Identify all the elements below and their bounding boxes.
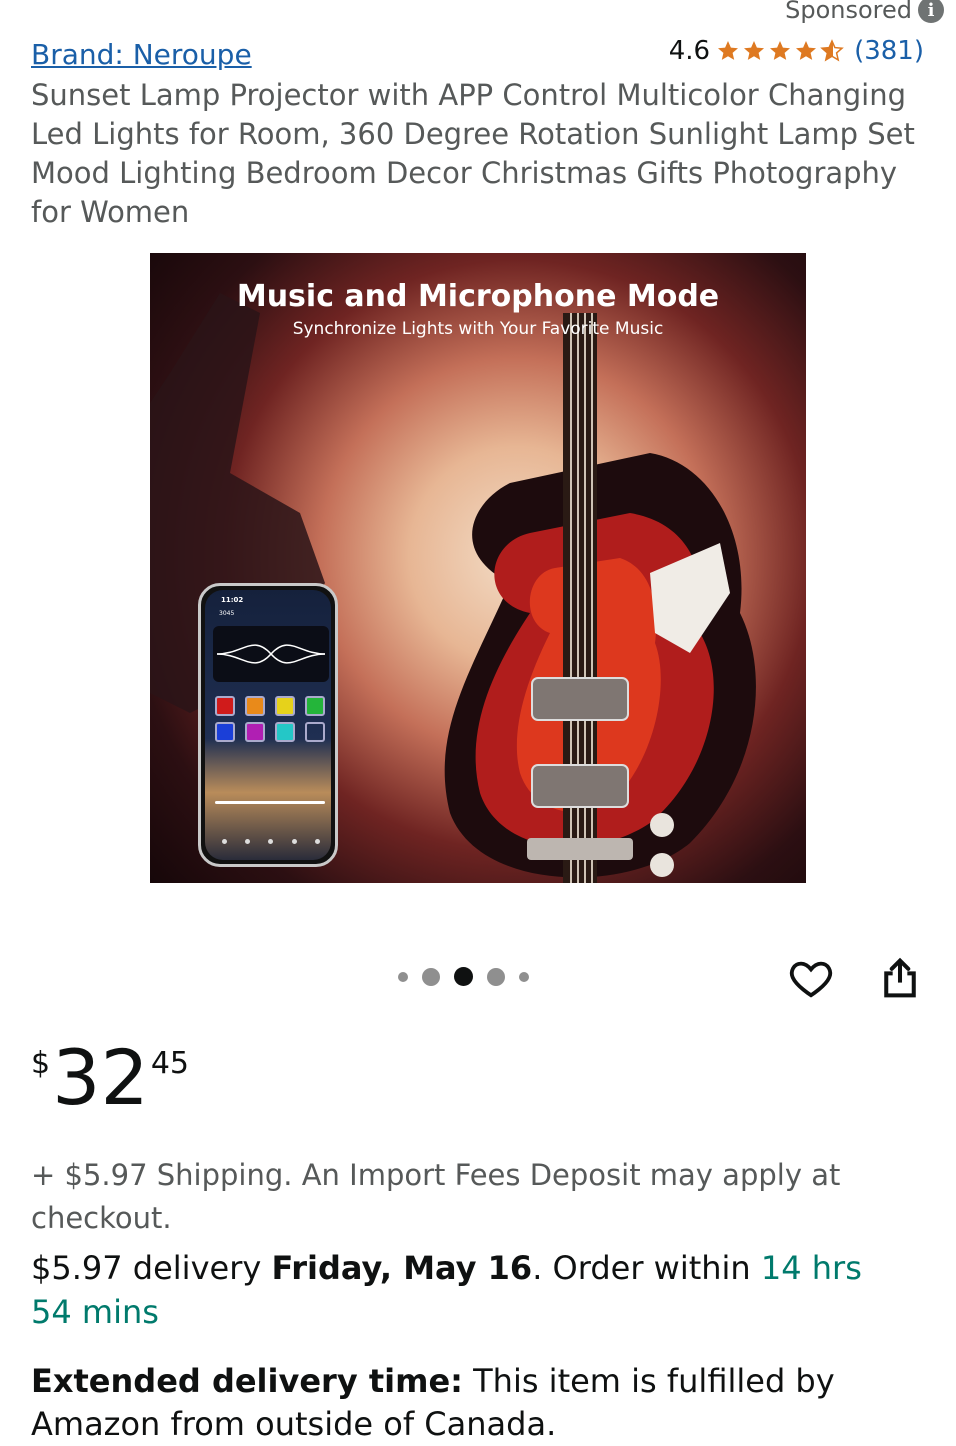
carousel-dot[interactable] bbox=[398, 971, 408, 982]
star-half-icon bbox=[820, 39, 844, 62]
price-currency: $ bbox=[31, 1046, 51, 1081]
sound-wave-graphic bbox=[213, 626, 329, 682]
shipping-info: + $5.97 Shipping. An Import Fees Deposit… bbox=[31, 1158, 841, 1235]
price-whole: 32 bbox=[52, 1033, 149, 1122]
carousel-dot[interactable] bbox=[422, 967, 440, 986]
carousel-dot[interactable] bbox=[519, 971, 529, 982]
phone-screen: 11:02 3045 bbox=[205, 590, 331, 860]
delivery-info: $5.97 delivery Friday, May 16. Order wit… bbox=[31, 1246, 911, 1334]
star-icon bbox=[718, 41, 739, 60]
color-swatch bbox=[215, 696, 235, 716]
image-subheadline: Synchronize Lights with Your Favorite Mu… bbox=[292, 319, 664, 339]
brand-link[interactable]: Brand: Neroupe bbox=[31, 38, 252, 71]
phone-mockup: 11:02 3045 bbox=[198, 583, 338, 867]
delivery-middle: . Order within bbox=[532, 1249, 761, 1287]
carousel-dot-active[interactable] bbox=[454, 967, 473, 986]
delivery-date: Friday, May 16 bbox=[271, 1249, 533, 1287]
color-swatch bbox=[245, 696, 265, 716]
price-fraction: 45 bbox=[150, 1046, 189, 1081]
color-swatch bbox=[305, 722, 325, 742]
star-rating bbox=[716, 39, 844, 63]
extended-delivery-label: Extended delivery time: bbox=[31, 1362, 463, 1400]
star-icon bbox=[744, 41, 765, 60]
sponsored-label[interactable]: Sponsored i bbox=[785, 0, 944, 24]
color-swatch bbox=[275, 696, 295, 716]
product-image[interactable]: Music and Microphone Mode Synchronize Li… bbox=[150, 253, 806, 883]
sensitivity-slider bbox=[215, 801, 325, 804]
extended-delivery-notice: Extended delivery time: This item is ful… bbox=[31, 1360, 931, 1446]
price: $ 32 45 bbox=[31, 1040, 189, 1116]
color-swatch bbox=[305, 696, 325, 716]
color-swatch bbox=[275, 722, 295, 742]
star-icon bbox=[770, 41, 791, 60]
share-icon[interactable] bbox=[878, 955, 922, 1001]
color-swatch bbox=[245, 722, 265, 742]
phone-app-label: 3045 bbox=[219, 610, 235, 617]
color-swatch bbox=[215, 722, 235, 742]
delivery-prefix: $5.97 delivery bbox=[31, 1249, 272, 1287]
image-headline: Music and Microphone Mode bbox=[236, 279, 720, 314]
phone-nav bbox=[213, 832, 329, 850]
carousel-dot[interactable] bbox=[487, 967, 505, 986]
phone-time: 11:02 bbox=[221, 596, 244, 604]
product-title: Sunset Lamp Projector with APP Control M… bbox=[31, 78, 915, 229]
heart-icon[interactable] bbox=[788, 955, 834, 1001]
star-icon bbox=[796, 41, 817, 60]
rating-count-link[interactable]: (381) bbox=[854, 36, 924, 66]
sponsored-text: Sponsored bbox=[785, 0, 912, 24]
color-palette bbox=[215, 696, 329, 742]
info-icon[interactable]: i bbox=[918, 0, 944, 23]
rating-value: 4.6 bbox=[668, 36, 711, 66]
rating-summary[interactable]: 4.6 (381) bbox=[669, 36, 924, 66]
carousel-indicator[interactable] bbox=[398, 967, 529, 986]
